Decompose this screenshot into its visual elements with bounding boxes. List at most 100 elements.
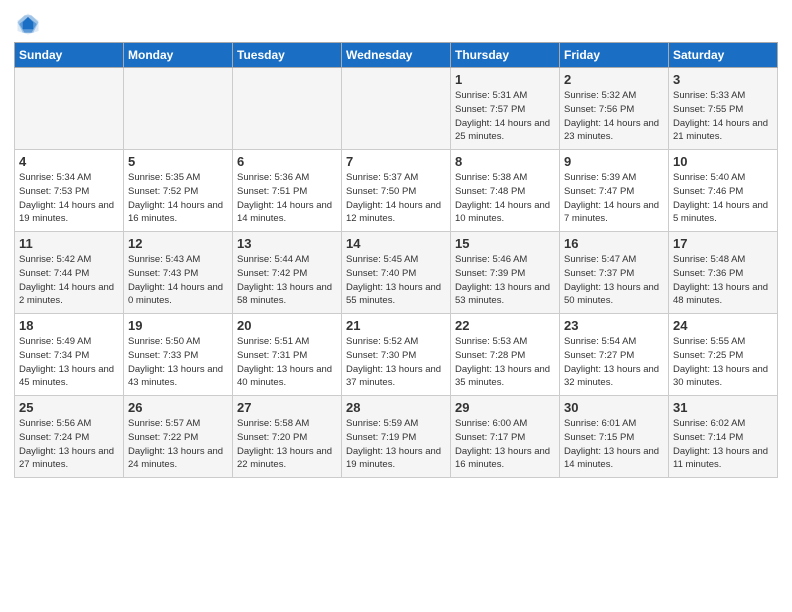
day-details: Sunrise: 5:51 AM Sunset: 7:31 PM Dayligh… [237,335,337,390]
day-number: 8 [455,154,555,169]
day-number: 22 [455,318,555,333]
day-number: 19 [128,318,228,333]
day-details: Sunrise: 5:42 AM Sunset: 7:44 PM Dayligh… [19,253,119,308]
day-number: 15 [455,236,555,251]
calendar-cell: 28 Sunrise: 5:59 AM Sunset: 7:19 PM Dayli… [342,396,451,478]
calendar-cell: 8 Sunrise: 5:38 AM Sunset: 7:48 PM Daylig… [451,150,560,232]
day-details: Sunrise: 5:37 AM Sunset: 7:50 PM Dayligh… [346,171,446,226]
week-row-4: 18Sunrise: 5:49 AM Sunset: 7:34 PM Dayli… [15,314,778,396]
day-number: 14 [346,236,446,251]
calendar-cell: 14Sunrise: 5:45 AM Sunset: 7:40 PM Dayli… [342,232,451,314]
day-number: 3 [673,72,773,87]
day-details: Sunrise: 5:49 AM Sunset: 7:34 PM Dayligh… [19,335,119,390]
day-details: Sunrise: 5:46 AM Sunset: 7:39 PM Dayligh… [455,253,555,308]
calendar-cell: 10Sunrise: 5:40 AM Sunset: 7:46 PM Dayli… [669,150,778,232]
calendar-cell: 27 Sunrise: 5:58 AM Sunset: 7:20 PM Dayli… [233,396,342,478]
day-number: 10 [673,154,773,169]
calendar-cell: 18Sunrise: 5:49 AM Sunset: 7:34 PM Dayli… [15,314,124,396]
day-number: 23 [564,318,664,333]
week-row-5: 25 Sunrise: 5:56 AM Sunset: 7:24 PM Dayli… [15,396,778,478]
calendar-cell: 6 Sunrise: 5:36 AM Sunset: 7:51 PM Daylig… [233,150,342,232]
column-header-saturday: Saturday [669,43,778,68]
calendar-cell: 2 Sunrise: 5:32 AM Sunset: 7:56 PM Daylig… [560,68,669,150]
calendar-cell: 12 Sunrise: 5:43 AM Sunset: 7:43 PM Dayli… [124,232,233,314]
day-details: Sunrise: 5:39 AM Sunset: 7:47 PM Dayligh… [564,171,664,226]
day-details: Sunrise: 6:01 AM Sunset: 7:15 PM Dayligh… [564,417,664,472]
calendar-cell: 13 Sunrise: 5:44 AM Sunset: 7:42 PM Dayli… [233,232,342,314]
week-row-3: 11 Sunrise: 5:42 AM Sunset: 7:44 PM Dayli… [15,232,778,314]
calendar-cell: 31Sunrise: 6:02 AM Sunset: 7:14 PM Dayli… [669,396,778,478]
day-number: 11 [19,236,119,251]
calendar-cell: 1 Sunrise: 5:31 AM Sunset: 7:57 PM Daylig… [451,68,560,150]
day-details: Sunrise: 5:50 AM Sunset: 7:33 PM Dayligh… [128,335,228,390]
day-number: 12 [128,236,228,251]
day-details: Sunrise: 5:48 AM Sunset: 7:36 PM Dayligh… [673,253,773,308]
day-details: Sunrise: 5:44 AM Sunset: 7:42 PM Dayligh… [237,253,337,308]
calendar-cell: 22 Sunrise: 5:53 AM Sunset: 7:28 PM Dayli… [451,314,560,396]
calendar-cell: 15 Sunrise: 5:46 AM Sunset: 7:39 PM Dayli… [451,232,560,314]
day-number: 29 [455,400,555,415]
day-details: Sunrise: 5:47 AM Sunset: 7:37 PM Dayligh… [564,253,664,308]
day-number: 27 [237,400,337,415]
calendar-cell: 19 Sunrise: 5:50 AM Sunset: 7:33 PM Dayli… [124,314,233,396]
day-number: 16 [564,236,664,251]
day-number: 2 [564,72,664,87]
day-details: Sunrise: 5:43 AM Sunset: 7:43 PM Dayligh… [128,253,228,308]
day-number: 9 [564,154,664,169]
day-details: Sunrise: 5:54 AM Sunset: 7:27 PM Dayligh… [564,335,664,390]
calendar-cell: 17 Sunrise: 5:48 AM Sunset: 7:36 PM Dayli… [669,232,778,314]
calendar-cell: 21 Sunrise: 5:52 AM Sunset: 7:30 PM Dayli… [342,314,451,396]
day-details: Sunrise: 5:36 AM Sunset: 7:51 PM Dayligh… [237,171,337,226]
calendar-cell: 20 Sunrise: 5:51 AM Sunset: 7:31 PM Dayli… [233,314,342,396]
day-details: Sunrise: 5:35 AM Sunset: 7:52 PM Dayligh… [128,171,228,226]
day-details: Sunrise: 5:57 AM Sunset: 7:22 PM Dayligh… [128,417,228,472]
logo-icon [14,10,42,38]
page-container: SundayMondayTuesdayWednesdayThursdayFrid… [0,0,792,486]
day-details: Sunrise: 5:58 AM Sunset: 7:20 PM Dayligh… [237,417,337,472]
day-details: Sunrise: 5:38 AM Sunset: 7:48 PM Dayligh… [455,171,555,226]
calendar-cell: 16 Sunrise: 5:47 AM Sunset: 7:37 PM Dayli… [560,232,669,314]
column-header-sunday: Sunday [15,43,124,68]
calendar-cell: 30Sunrise: 6:01 AM Sunset: 7:15 PM Dayli… [560,396,669,478]
day-number: 1 [455,72,555,87]
column-header-thursday: Thursday [451,43,560,68]
calendar-cell: 24 Sunrise: 5:55 AM Sunset: 7:25 PM Dayli… [669,314,778,396]
calendar-cell: 4 Sunrise: 5:34 AM Sunset: 7:53 PM Daylig… [15,150,124,232]
day-number: 24 [673,318,773,333]
calendar-cell: 26 Sunrise: 5:57 AM Sunset: 7:22 PM Dayli… [124,396,233,478]
calendar-cell [15,68,124,150]
calendar-body: 1 Sunrise: 5:31 AM Sunset: 7:57 PM Daylig… [15,68,778,478]
day-details: Sunrise: 5:55 AM Sunset: 7:25 PM Dayligh… [673,335,773,390]
day-details: Sunrise: 5:31 AM Sunset: 7:57 PM Dayligh… [455,89,555,144]
day-number: 17 [673,236,773,251]
calendar-header: SundayMondayTuesdayWednesdayThursdayFrid… [15,43,778,68]
day-details: Sunrise: 6:00 AM Sunset: 7:17 PM Dayligh… [455,417,555,472]
day-details: Sunrise: 5:59 AM Sunset: 7:19 PM Dayligh… [346,417,446,472]
day-details: Sunrise: 5:53 AM Sunset: 7:28 PM Dayligh… [455,335,555,390]
day-number: 6 [237,154,337,169]
calendar-cell: 23 Sunrise: 5:54 AM Sunset: 7:27 PM Dayli… [560,314,669,396]
day-details: Sunrise: 5:56 AM Sunset: 7:24 PM Dayligh… [19,417,119,472]
logo [14,10,44,38]
calendar-cell: 5Sunrise: 5:35 AM Sunset: 7:52 PM Daylig… [124,150,233,232]
calendar-cell [233,68,342,150]
day-number: 28 [346,400,446,415]
day-number: 31 [673,400,773,415]
calendar-cell: 11 Sunrise: 5:42 AM Sunset: 7:44 PM Dayli… [15,232,124,314]
column-header-friday: Friday [560,43,669,68]
day-number: 7 [346,154,446,169]
day-details: Sunrise: 5:32 AM Sunset: 7:56 PM Dayligh… [564,89,664,144]
day-details: Sunrise: 5:52 AM Sunset: 7:30 PM Dayligh… [346,335,446,390]
calendar-cell: 3Sunrise: 5:33 AM Sunset: 7:55 PM Daylig… [669,68,778,150]
day-number: 21 [346,318,446,333]
calendar-cell [124,68,233,150]
header [14,10,778,38]
calendar-cell: 29 Sunrise: 6:00 AM Sunset: 7:17 PM Dayli… [451,396,560,478]
day-number: 26 [128,400,228,415]
day-details: Sunrise: 5:34 AM Sunset: 7:53 PM Dayligh… [19,171,119,226]
day-number: 13 [237,236,337,251]
day-number: 4 [19,154,119,169]
day-number: 25 [19,400,119,415]
day-number: 20 [237,318,337,333]
calendar-cell [342,68,451,150]
